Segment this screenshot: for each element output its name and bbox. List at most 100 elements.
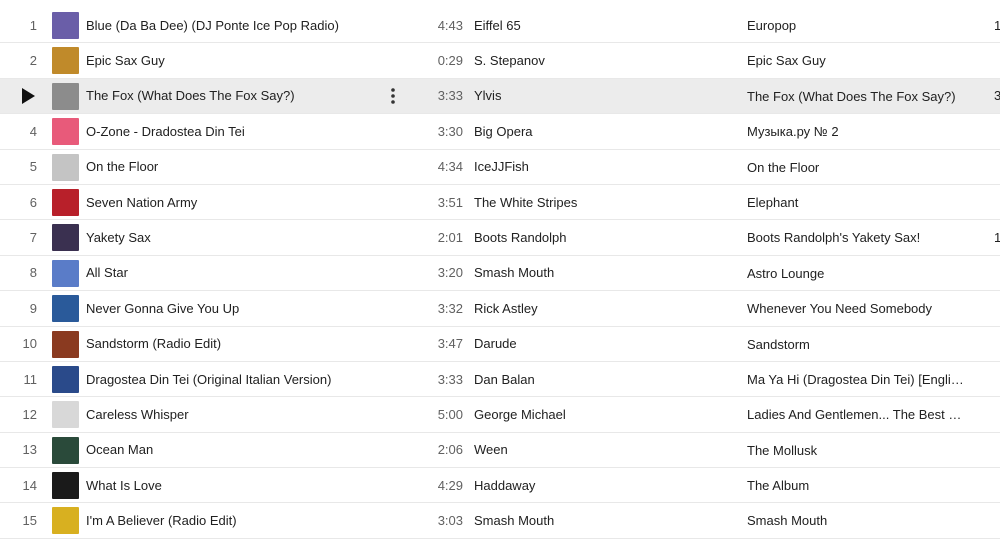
album-art[interactable] [52, 118, 79, 146]
track-row[interactable]: 7 Yakety Sax 2:01 Boots Randolph Boots Rando… [0, 220, 1000, 256]
album-art[interactable] [52, 295, 79, 323]
track-row[interactable]: 4 O-Zone - Dradostea Din Tei 3:30 Big Opera… [0, 114, 1000, 150]
track-artist[interactable]: Rick Astley [474, 291, 734, 325]
track-title[interactable]: Dragostea Din Tei (Original Italian Vers… [86, 362, 386, 396]
track-title[interactable]: All Star [86, 256, 386, 290]
track-index: 15 [22, 513, 37, 529]
track-title[interactable]: Ocean Man [86, 433, 386, 467]
track-play-count [994, 43, 1000, 77]
album-art[interactable] [52, 401, 79, 429]
track-row[interactable]: 6 Seven Nation Army 3:51 The White Stripes E… [0, 185, 1000, 221]
track-album[interactable]: Smash Mouth [747, 503, 967, 537]
track-row[interactable]: 5 On the Floor 4:34 IceJJFish On the Floor [0, 150, 1000, 185]
track-artist[interactable]: S. Stepanov [474, 43, 734, 77]
album-art[interactable] [52, 365, 79, 393]
track-row[interactable]: 2 Epic Sax Guy 0:29 S. Stepanov Epic Sax Guy [0, 43, 1000, 79]
track-album[interactable]: Ma Ya Hi (Dragostea Din Tei) [English ..… [747, 362, 967, 396]
track-artist[interactable]: Haddaway [474, 468, 734, 502]
track-artist[interactable]: Big Opera [474, 114, 734, 148]
track-duration: 3:51 [437, 194, 463, 210]
track-play-count [994, 185, 1000, 219]
track-album[interactable]: The Fox (What Does The Fox Say?) [747, 79, 967, 113]
track-artist[interactable]: George Michael [474, 397, 734, 431]
track-album[interactable]: Epic Sax Guy [747, 43, 967, 77]
track-duration: 2:01 [437, 230, 463, 246]
track-artist[interactable]: IceJJFish [474, 150, 734, 184]
track-artist[interactable]: Smash Mouth [474, 256, 734, 290]
album-art[interactable] [52, 507, 79, 535]
track-title[interactable]: O-Zone - Dradostea Din Tei [86, 114, 386, 148]
track-album[interactable]: On the Floor [747, 150, 967, 184]
track-album[interactable]: Boots Randolph's Yakety Sax! [747, 220, 967, 254]
track-row[interactable]: The Fox (What Does The Fox Say?) 3:33 Ylvi… [0, 78, 1000, 115]
track-play-count [994, 397, 1000, 431]
track-title[interactable]: What Is Love [86, 468, 386, 502]
track-artist[interactable]: The White Stripes [474, 185, 734, 219]
track-row[interactable]: 13 Ocean Man 2:06 Ween The Mollusk [0, 433, 1000, 469]
track-row[interactable]: 11 Dragostea Din Tei (Original Italian Ve… [0, 362, 1000, 398]
album-art[interactable] [52, 47, 79, 75]
track-row[interactable]: 8 All Star 3:20 Smash Mouth Astro Lounge [0, 256, 1000, 292]
track-album[interactable]: The Album [747, 468, 967, 502]
track-artist[interactable]: Boots Randolph [474, 220, 734, 254]
track-row[interactable]: 9 Never Gonna Give You Up 3:32 Rick Astley W… [0, 291, 1000, 327]
album-art[interactable] [52, 259, 79, 287]
track-album[interactable]: Elephant [747, 185, 967, 219]
album-art[interactable] [52, 12, 79, 39]
track-play-count [994, 114, 1000, 148]
track-play-count [994, 291, 1000, 325]
track-row[interactable]: 15 I'm A Believer (Radio Edit) 3:03 Smash M… [0, 503, 1000, 539]
track-artist[interactable]: Ween [474, 433, 734, 467]
track-title[interactable]: The Fox (What Does The Fox Say?) [86, 79, 386, 113]
track-play-count [994, 150, 1000, 184]
track-title[interactable]: Never Gonna Give You Up [86, 291, 386, 325]
track-artist[interactable]: Smash Mouth [474, 503, 734, 537]
track-row[interactable]: 1 Blue (Da Ba Dee) (DJ Ponte Ice Pop Radi… [0, 8, 1000, 44]
track-title[interactable]: On the Floor [86, 150, 386, 184]
track-album[interactable]: Whenever You Need Somebody [747, 291, 967, 325]
track-title[interactable]: Yakety Sax [86, 220, 386, 254]
track-title[interactable]: Sandstorm (Radio Edit) [86, 327, 386, 361]
track-index: 14 [22, 477, 37, 493]
album-art[interactable] [52, 436, 79, 464]
track-album[interactable]: Ladies And Gentlemen... The Best Of G... [747, 397, 967, 431]
album-art[interactable] [52, 224, 79, 252]
track-duration: 3:32 [437, 300, 463, 316]
album-art[interactable] [52, 82, 79, 110]
track-album[interactable]: Музыка.ру № 2 [747, 114, 967, 148]
album-art[interactable] [52, 330, 79, 358]
track-duration: 5:00 [437, 406, 463, 422]
play-icon[interactable] [18, 79, 38, 113]
more-vert-icon[interactable] [384, 79, 402, 113]
track-album[interactable]: Astro Lounge [747, 256, 967, 290]
track-duration: 3:03 [437, 513, 463, 529]
track-duration: 2:06 [437, 442, 463, 458]
track-row[interactable]: 10 Sandstorm (Radio Edit) 3:47 Darude Sandst… [0, 327, 1000, 362]
track-title[interactable]: Careless Whisper [86, 397, 386, 431]
track-play-count [994, 503, 1000, 537]
track-duration: 3:33 [437, 88, 463, 104]
track-duration: 3:20 [437, 265, 463, 281]
track-play-count [994, 256, 1000, 290]
track-artist[interactable]: Ylvis [474, 79, 734, 113]
track-album[interactable]: The Mollusk [747, 433, 967, 467]
track-play-count [994, 362, 1000, 396]
album-art[interactable] [52, 472, 79, 500]
track-index: 7 [29, 230, 37, 246]
track-album[interactable]: Sandstorm [747, 327, 967, 361]
album-art[interactable] [52, 153, 79, 181]
track-index: 11 [23, 371, 38, 387]
track-album[interactable]: Europop [747, 8, 967, 42]
track-artist[interactable]: Dan Balan [474, 362, 734, 396]
track-artist[interactable]: Darude [474, 327, 734, 361]
track-index: 8 [29, 265, 37, 281]
track-title[interactable]: I'm A Believer (Radio Edit) [86, 503, 386, 537]
track-row[interactable]: 12 Careless Whisper 5:00 George Michael Ladi… [0, 397, 1000, 433]
track-title[interactable]: Blue (Da Ba Dee) (DJ Ponte Ice Pop Radio… [86, 8, 386, 42]
track-title[interactable]: Seven Nation Army [86, 185, 386, 219]
track-title[interactable]: Epic Sax Guy [86, 43, 386, 77]
track-play-count: 1 [994, 17, 1000, 33]
track-artist[interactable]: Eiffel 65 [474, 8, 734, 42]
track-row[interactable]: 14 What Is Love 4:29 Haddaway The Album [0, 468, 1000, 504]
album-art[interactable] [52, 188, 79, 216]
